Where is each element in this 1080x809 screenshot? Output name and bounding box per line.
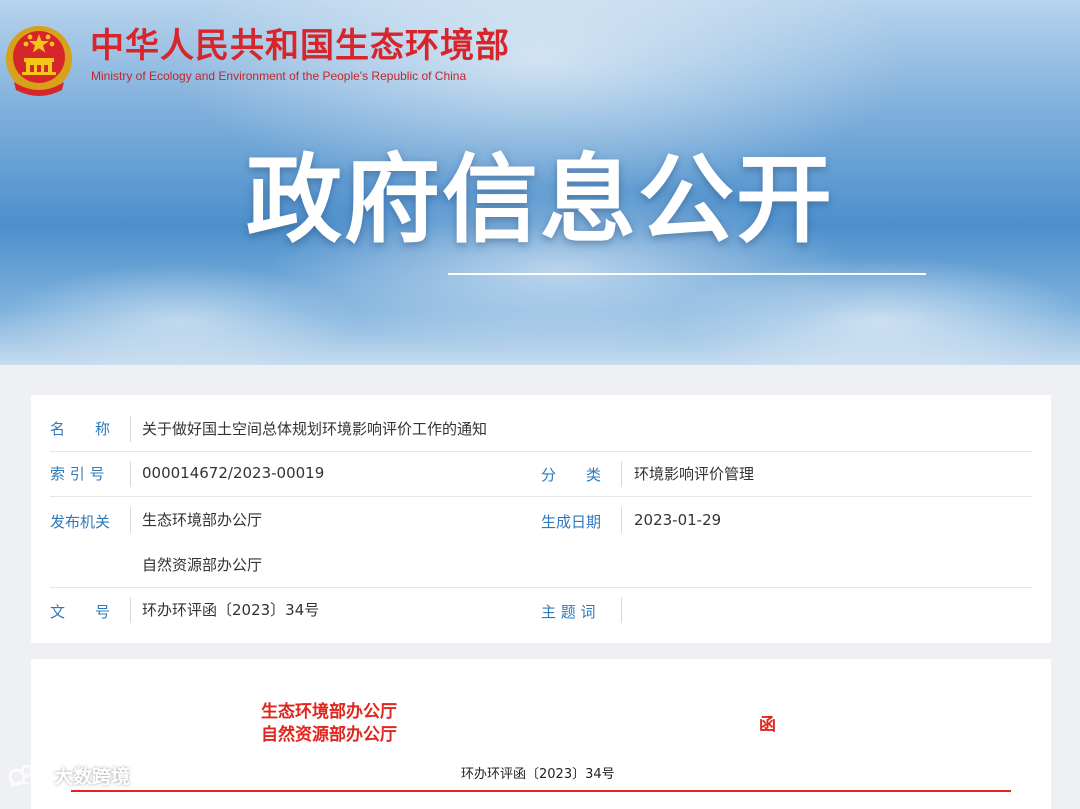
watermark-text: 大数跨境: [54, 765, 131, 788]
index-number-label: 索 引 号: [50, 465, 105, 483]
metadata-row-index: 索 引 号 000014672/2023-00019 分 类 环境影响评价管理: [50, 452, 1032, 497]
document-red-rule: [71, 790, 1011, 792]
separator: [621, 597, 622, 623]
metadata-row-issuer: 发布机关 生态环境部办公厅 自然资源部办公厅 生成日期 2023-01-29: [50, 497, 1032, 588]
document-issuer-2: 自然资源部办公厅: [261, 725, 397, 745]
issuer-value-2: 自然资源部办公厅: [142, 556, 263, 574]
separator: [130, 416, 131, 442]
ministry-name-english: Ministry of Ecology and Environment of t…: [91, 69, 467, 83]
category-label: 分 类: [541, 466, 602, 484]
issuer-label: 发布机关: [50, 513, 111, 531]
separator: [621, 507, 622, 533]
date-value: 2023-01-29: [634, 511, 722, 529]
doc-number-label: 文 号: [50, 603, 111, 621]
document-metadata-card: 名 称 关于做好国土空间总体规划环境影响评价工作的通知 索 引 号 000014…: [31, 395, 1051, 643]
issuer-value-1: 生态环境部办公厅: [142, 511, 263, 529]
ministry-name: 中华人民共和国生态环境部: [90, 26, 510, 66]
name-label: 名 称: [50, 420, 111, 438]
category-value: 环境影响评价管理: [634, 465, 755, 483]
logo-icon: [8, 764, 45, 788]
document-type: 函: [759, 715, 776, 735]
separator: [130, 597, 131, 623]
hero-divider: [448, 273, 926, 275]
document-body-card: 生态环境部办公厅 自然资源部办公厅 函 环办环评函〔2023〕34号: [31, 659, 1051, 809]
separator: [130, 461, 131, 487]
national-emblem-icon: [6, 26, 72, 96]
metadata-row-name: 名 称 关于做好国土空间总体规划环境影响评价工作的通知: [50, 407, 1032, 452]
doc-number-value: 环办环评函〔2023〕34号: [142, 601, 320, 619]
document-issuer-1: 生态环境部办公厅: [261, 702, 397, 722]
keywords-label: 主 题 词: [541, 603, 596, 621]
header-banner: 中华人民共和国生态环境部 Ministry of Ecology and Env…: [0, 0, 1080, 365]
watermark: 大数跨境: [8, 760, 130, 790]
document-number: 环办环评函〔2023〕34号: [461, 767, 615, 782]
name-value: 关于做好国土空间总体规划环境影响评价工作的通知: [142, 420, 488, 438]
hero-title: 政府信息公开: [246, 144, 834, 256]
separator: [621, 461, 622, 487]
date-label: 生成日期: [541, 513, 602, 531]
separator: [130, 507, 131, 533]
metadata-row-doc-number: 文 号 环办环评函〔2023〕34号 主 题 词: [50, 588, 1032, 632]
index-number-value: 000014672/2023-00019: [142, 464, 325, 482]
